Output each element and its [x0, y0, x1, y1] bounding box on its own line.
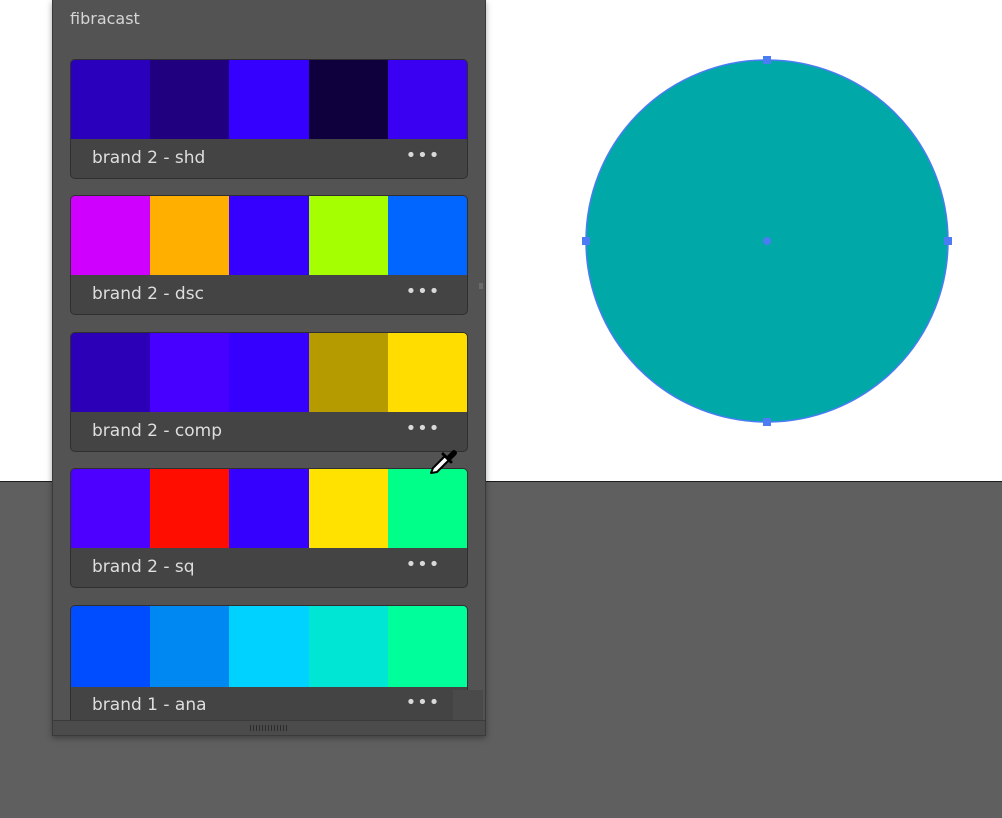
- more-options-button[interactable]: •••: [403, 417, 443, 443]
- color-swatch[interactable]: [387, 60, 467, 139]
- color-themes-panel: fibracast brand 2 - shd ••• brand 2 - ds…: [52, 0, 486, 736]
- color-swatch[interactable]: [308, 469, 388, 548]
- color-swatch[interactable]: [229, 333, 309, 412]
- swatch-row: [71, 60, 467, 139]
- color-swatch[interactable]: [71, 333, 151, 412]
- color-swatch[interactable]: [308, 60, 388, 139]
- color-swatch[interactable]: [308, 196, 388, 275]
- theme-card-brand-1-ana[interactable]: brand 1 - ana •••: [70, 605, 468, 727]
- color-swatch[interactable]: [229, 196, 309, 275]
- color-swatch[interactable]: [71, 196, 151, 275]
- color-swatch[interactable]: [150, 333, 230, 412]
- selection-handle-top[interactable]: [763, 56, 771, 64]
- color-swatch[interactable]: [229, 60, 309, 139]
- swatch-row: [71, 333, 467, 412]
- color-swatch[interactable]: [308, 333, 388, 412]
- more-options-button[interactable]: •••: [403, 553, 443, 579]
- color-swatch[interactable]: [229, 469, 309, 548]
- scrollbar-thumb[interactable]: [479, 283, 483, 289]
- more-options-button[interactable]: •••: [403, 144, 443, 170]
- color-swatch[interactable]: [150, 606, 230, 687]
- panel-title: fibracast: [70, 9, 140, 28]
- theme-card-brand-2-sq[interactable]: brand 2 - sq •••: [70, 468, 468, 588]
- swatch-row: [71, 196, 467, 275]
- more-options-button[interactable]: •••: [403, 691, 443, 717]
- center-point-handle[interactable]: [763, 237, 771, 245]
- color-swatch[interactable]: [387, 196, 467, 275]
- swatch-row: [71, 606, 467, 687]
- color-swatch[interactable]: [71, 469, 151, 548]
- color-swatch[interactable]: [71, 606, 151, 687]
- swatch-row: [71, 469, 467, 548]
- color-swatch[interactable]: [71, 60, 151, 139]
- eyedropper-icon: [430, 450, 457, 474]
- theme-name: brand 1 - ana: [92, 695, 207, 715]
- theme-card-brand-2-comp[interactable]: brand 2 - comp •••: [70, 332, 468, 452]
- color-swatch[interactable]: [387, 606, 467, 687]
- panel-footer: [53, 720, 485, 735]
- theme-name: brand 2 - shd: [92, 148, 206, 168]
- selection-handle-right[interactable]: [944, 237, 952, 245]
- theme-card-brand-2-shd[interactable]: brand 2 - shd •••: [70, 59, 468, 179]
- color-swatch[interactable]: [229, 606, 309, 687]
- color-swatch[interactable]: [150, 196, 230, 275]
- theme-card-brand-2-dsc[interactable]: brand 2 - dsc •••: [70, 195, 468, 315]
- theme-name: brand 2 - sq: [92, 557, 195, 577]
- resize-grip-icon[interactable]: [250, 725, 288, 731]
- color-swatch[interactable]: [387, 333, 467, 412]
- more-options-button[interactable]: •••: [403, 280, 443, 306]
- theme-name: brand 2 - comp: [92, 421, 223, 441]
- selected-circle-shape[interactable]: [578, 52, 958, 432]
- selection-handle-left[interactable]: [582, 237, 590, 245]
- color-swatch[interactable]: [387, 469, 467, 548]
- selection-handle-bottom[interactable]: [763, 418, 771, 426]
- panel-scrollbar[interactable]: [475, 0, 483, 720]
- color-swatch[interactable]: [150, 60, 230, 139]
- theme-name: brand 2 - dsc: [92, 284, 204, 304]
- scroll-corner: [453, 690, 483, 720]
- color-swatch[interactable]: [150, 469, 230, 548]
- color-swatch[interactable]: [308, 606, 388, 687]
